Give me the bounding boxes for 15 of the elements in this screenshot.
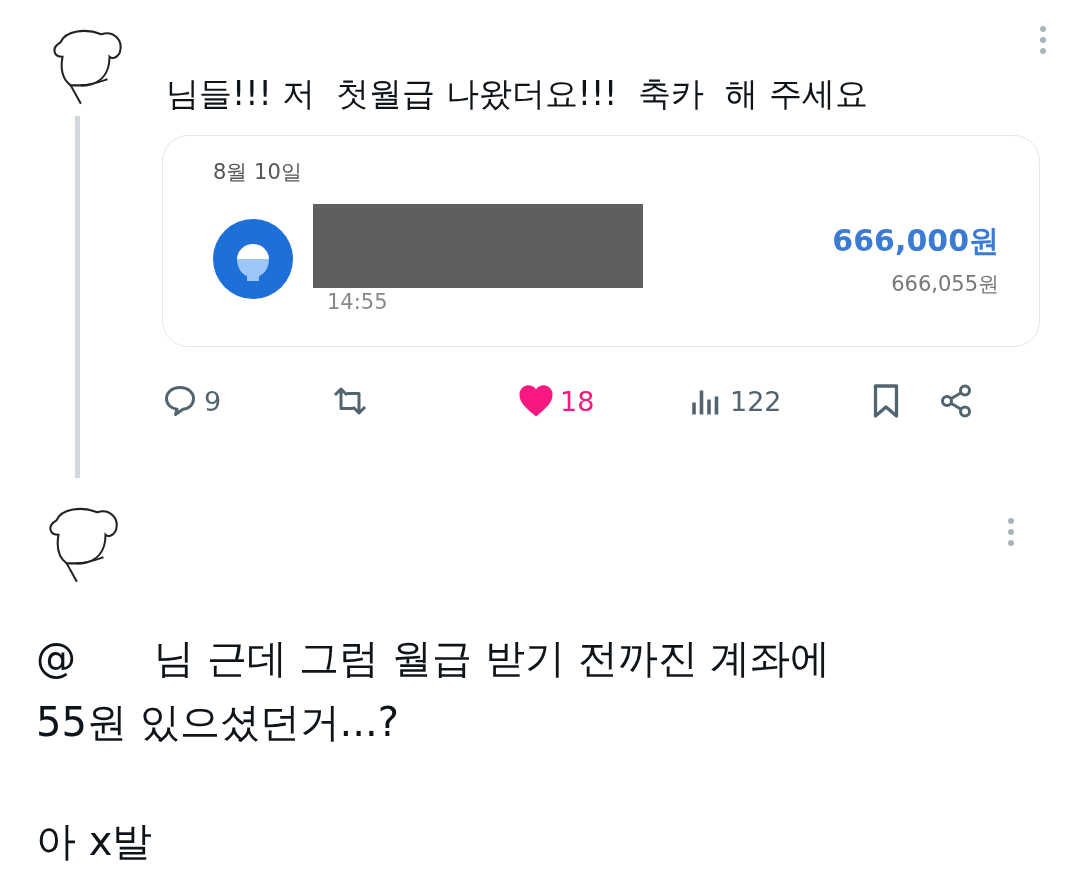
post-text: 님들!!! 저 첫월급 나왔더요!!! 축카 해 주세요 [166, 73, 868, 115]
share-icon[interactable] [938, 383, 974, 419]
date-label: 8월 10일 [213, 160, 302, 184]
reply-text: 아 x발 [36, 817, 154, 866]
mention-link[interactable]: @ [36, 635, 76, 681]
rice-bowl-icon [213, 219, 293, 299]
heart-icon[interactable] [518, 383, 554, 419]
like-count: 18 [560, 385, 595, 417]
comment-icon[interactable] [162, 383, 198, 419]
amount-text: 666,000원 [832, 221, 999, 260]
balance-text: 666,055원 [891, 270, 999, 298]
reply-count: 9 [204, 385, 222, 417]
reply-text: @ 님 근데 그럼 월급 받기 전까진 계좌에 55원 있으셨던거...? [36, 634, 832, 747]
time-label: 14:55 [327, 290, 388, 314]
view-count: 122 [730, 385, 782, 417]
